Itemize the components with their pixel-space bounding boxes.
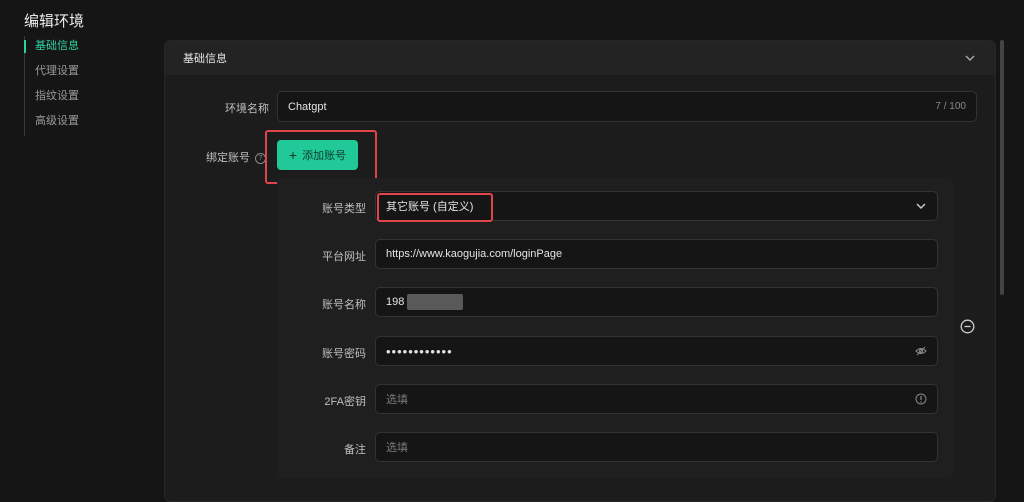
account-type-label: 账号类型 bbox=[322, 203, 366, 215]
platform-url-value: https://www.kaogujia.com/loginPage bbox=[386, 248, 563, 260]
account-name-input[interactable]: 198 bbox=[375, 287, 938, 317]
env-name-input[interactable]: Chatgpt 7 / 100 bbox=[277, 91, 977, 122]
panel-header[interactable]: 基础信息 bbox=[165, 41, 995, 75]
platform-url-input[interactable]: https://www.kaogujia.com/loginPage bbox=[375, 239, 938, 269]
highlight-box-type bbox=[377, 193, 493, 222]
twofa-input[interactable]: 选填 bbox=[375, 384, 938, 414]
panel-title: 基础信息 bbox=[183, 53, 227, 65]
sidebar-item-advanced[interactable]: 高级设置 bbox=[25, 111, 79, 136]
scrollbar[interactable] bbox=[1000, 40, 1004, 295]
note-input[interactable]: 选填 bbox=[375, 432, 938, 462]
env-name-label: 环境名称 bbox=[225, 103, 269, 115]
eye-off-icon[interactable] bbox=[915, 345, 927, 357]
bind-account-text: 绑定账号 bbox=[206, 152, 250, 164]
sidebar-item-basic-info[interactable]: 基础信息 bbox=[24, 36, 79, 61]
account-name-label: 账号名称 bbox=[322, 299, 366, 311]
redacted-blur bbox=[407, 294, 464, 310]
note-placeholder: 选填 bbox=[386, 442, 408, 454]
page-title: 编辑环境 bbox=[24, 13, 85, 30]
chevron-down-icon[interactable] bbox=[963, 51, 977, 65]
twofa-placeholder: 选填 bbox=[386, 394, 408, 406]
password-value: •••••••••••• bbox=[386, 343, 453, 359]
password-label: 账号密码 bbox=[322, 348, 366, 360]
password-input[interactable]: •••••••••••• bbox=[375, 336, 938, 366]
sidebar-item-fingerprint[interactable]: 指纹设置 bbox=[25, 86, 79, 111]
chevron-down-icon bbox=[916, 203, 926, 209]
side-nav: 基础信息 代理设置 指纹设置 高级设置 bbox=[24, 36, 79, 136]
remove-circle-icon[interactable] bbox=[960, 319, 975, 334]
account-name-value: 198 bbox=[386, 296, 405, 308]
platform-url-label: 平台网址 bbox=[322, 251, 366, 263]
twofa-label: 2FA密钥 bbox=[324, 396, 366, 408]
env-name-value: Chatgpt bbox=[288, 100, 327, 113]
sidebar-item-proxy[interactable]: 代理设置 bbox=[25, 61, 79, 86]
info-icon[interactable] bbox=[915, 393, 927, 405]
char-counter: 7 / 100 bbox=[935, 101, 966, 112]
highlight-box-add bbox=[265, 130, 377, 184]
note-label: 备注 bbox=[344, 444, 366, 456]
